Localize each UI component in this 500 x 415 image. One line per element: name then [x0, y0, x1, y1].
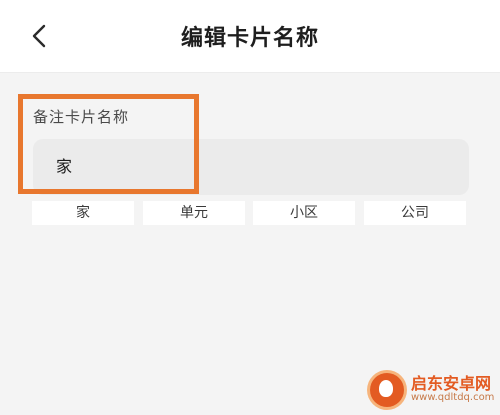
preset-chip-company[interactable]: 公司 — [364, 201, 466, 225]
preset-chip-unit[interactable]: 单元 — [143, 201, 245, 225]
watermark: 启东安卓网 www.qdltdq.com — [367, 370, 497, 410]
watermark-url: www.qdltdq.com — [411, 392, 495, 403]
watermark-name: 启东安卓网 — [411, 374, 492, 393]
page-title: 编辑卡片名称 — [180, 26, 319, 51]
watermark-logo-icon — [370, 373, 404, 407]
preset-chip-home[interactable]: 家 — [32, 201, 134, 225]
highlight-annotation-box — [18, 94, 199, 194]
top-bar: 编辑卡片名称 — [0, 0, 500, 73]
preset-chip-community[interactable]: 小区 — [253, 201, 355, 225]
